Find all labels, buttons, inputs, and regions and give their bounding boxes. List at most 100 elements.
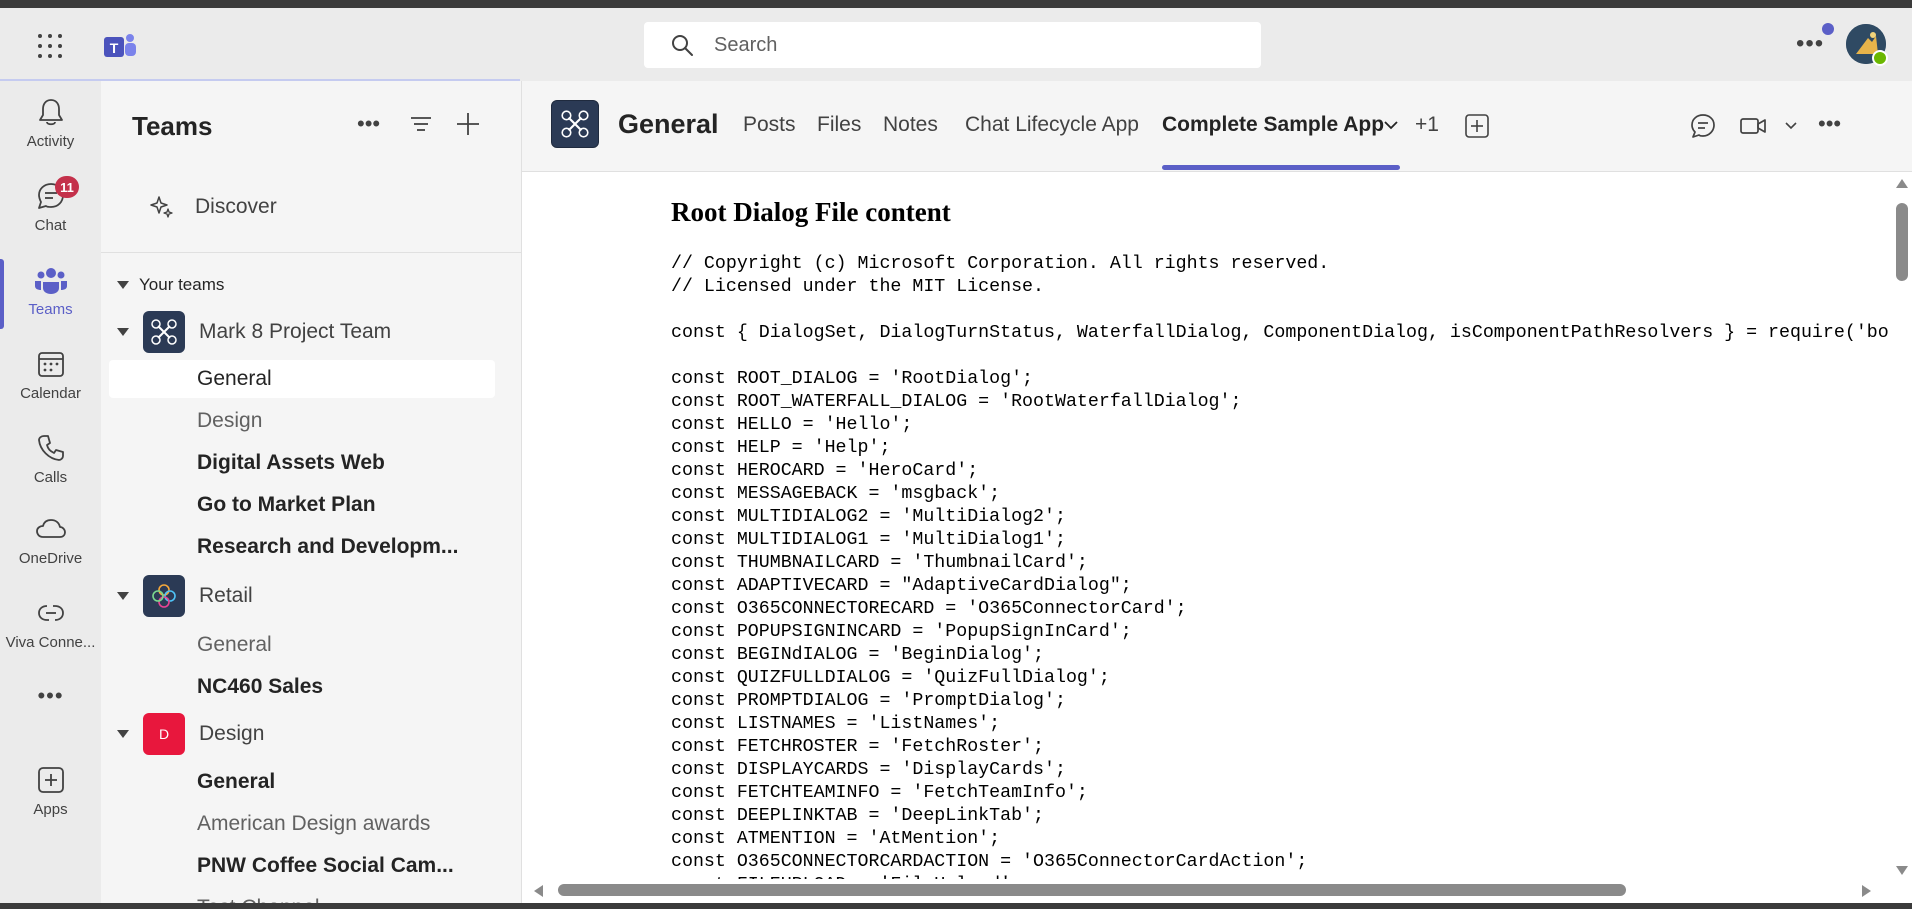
teams-icon bbox=[34, 268, 67, 294]
team-retail[interactable]: Retail bbox=[117, 575, 253, 617]
code-line: // Licensed under the MIT License. bbox=[671, 277, 1044, 297]
team-avatar bbox=[143, 311, 185, 353]
rail-label-apps: Apps bbox=[33, 801, 68, 818]
team-design[interactable]: D Design bbox=[117, 713, 264, 755]
rail-label-chat: Chat bbox=[34, 217, 67, 234]
chevron-down-icon bbox=[117, 592, 129, 600]
channel-title: General bbox=[618, 109, 719, 139]
chevron-down-icon[interactable] bbox=[1383, 119, 1399, 131]
channel-nc460-sales[interactable]: NC460 Sales bbox=[109, 668, 495, 706]
add-icon[interactable] bbox=[453, 109, 483, 139]
tab-posts[interactable]: Posts bbox=[743, 113, 796, 137]
code-line: const MULTIDIALOG2 = 'MultiDialog2'; bbox=[671, 507, 1066, 527]
code-line: const FETCHROSTER = 'FetchRoster'; bbox=[671, 737, 1044, 757]
code-line: const LISTNAMES = 'ListNames'; bbox=[671, 714, 1001, 734]
code-line: const ADAPTIVECARD = "AdaptiveCardDialog… bbox=[671, 576, 1132, 596]
more-options-icon[interactable]: ••• bbox=[1818, 111, 1841, 137]
main-content: General Posts Files Notes Chat Lifecycle… bbox=[522, 81, 1912, 909]
rail-item-calls[interactable]: Calls bbox=[0, 425, 101, 505]
code-line: const MESSAGEBACK = 'msgback'; bbox=[671, 484, 1001, 504]
scroll-thumb[interactable] bbox=[558, 884, 1626, 896]
code-line: const HELP = 'Help'; bbox=[671, 438, 891, 458]
rail-item-onedrive[interactable]: OneDrive bbox=[0, 506, 101, 586]
active-tab-indicator bbox=[1162, 165, 1400, 170]
channel-design[interactable]: Design bbox=[109, 402, 495, 440]
svg-text:T: T bbox=[110, 40, 119, 56]
chevron-down-icon bbox=[117, 328, 129, 336]
code-line: const PROMPTDIALOG = 'PromptDialog'; bbox=[671, 691, 1066, 711]
more-apps-button[interactable]: ••• bbox=[0, 681, 101, 721]
window-frame-bottom bbox=[0, 903, 1912, 909]
more-options-icon[interactable]: ••• bbox=[1796, 30, 1824, 58]
code-block: // Copyright (c) Microsoft Corporation. … bbox=[671, 253, 1890, 879]
code-line: const MULTIDIALOG1 = 'MultiDialog1'; bbox=[671, 530, 1066, 550]
calendar-icon bbox=[37, 352, 64, 377]
sparkle-icon bbox=[150, 196, 173, 218]
app-rail: Activity 11 Chat Teams Calendar Calls On… bbox=[0, 81, 101, 909]
rail-label-teams: Teams bbox=[28, 301, 73, 318]
channel-digital-assets-web[interactable]: Digital Assets Web bbox=[109, 444, 495, 482]
tab-content: Root Dialog File content // Copyright (c… bbox=[522, 173, 1890, 879]
code-line: const ROOT_WATERFALL_DIALOG = 'RootWater… bbox=[671, 392, 1242, 412]
code-line: const ROOT_DIALOG = 'RootDialog'; bbox=[671, 369, 1034, 389]
team-avatar bbox=[143, 575, 185, 617]
channel-go-to-market-plan[interactable]: Go to Market Plan bbox=[109, 486, 495, 524]
tab-overflow[interactable]: +1 bbox=[1415, 113, 1439, 137]
scroll-up-icon[interactable] bbox=[1896, 179, 1908, 188]
chevron-down-icon[interactable] bbox=[1784, 121, 1798, 131]
search-input[interactable]: Search bbox=[644, 22, 1261, 68]
scroll-right-icon[interactable] bbox=[1862, 885, 1871, 897]
channel-pnw-coffee-social[interactable]: PNW Coffee Social Cam... bbox=[109, 847, 495, 885]
scroll-thumb[interactable] bbox=[1896, 203, 1908, 281]
add-tab-icon[interactable] bbox=[1464, 113, 1490, 139]
code-line: const FETCHTEAMINFO = 'FetchTeamInfo'; bbox=[671, 783, 1088, 803]
your-teams-header[interactable]: Your teams bbox=[117, 275, 224, 295]
video-call-icon[interactable] bbox=[1738, 111, 1768, 141]
document-title: Root Dialog File content bbox=[671, 197, 951, 227]
team-mark-8-project-team[interactable]: Mark 8 Project Team bbox=[117, 311, 391, 353]
code-line: const HELLO = 'Hello'; bbox=[671, 415, 913, 435]
chat-unread-badge: 11 bbox=[55, 176, 79, 198]
horizontal-scrollbar[interactable] bbox=[522, 879, 1912, 901]
chevron-down-icon bbox=[117, 730, 129, 738]
tab-notes[interactable]: Notes bbox=[883, 113, 938, 137]
rail-item-apps[interactable]: Apps bbox=[0, 757, 101, 837]
code-line: const ATMENTION = 'AtMention'; bbox=[671, 829, 1001, 849]
discover-item[interactable]: Discover bbox=[149, 194, 277, 220]
rail-item-calendar[interactable]: Calendar bbox=[0, 341, 101, 421]
channel-general[interactable]: General bbox=[109, 763, 495, 801]
channel-general[interactable]: General bbox=[109, 626, 495, 664]
rail-item-activity[interactable]: Activity bbox=[0, 89, 101, 169]
panel-more-options-icon[interactable]: ••• bbox=[357, 111, 387, 141]
rail-item-chat[interactable]: 11 Chat bbox=[0, 173, 101, 253]
channel-general[interactable]: General bbox=[109, 360, 495, 398]
code-line: const DISPLAYCARDS = 'DisplayCards'; bbox=[671, 760, 1066, 780]
team-name: Design bbox=[199, 722, 265, 745]
scroll-left-icon[interactable] bbox=[534, 885, 543, 897]
rail-label-calls: Calls bbox=[33, 469, 68, 486]
rail-label-onedrive: OneDrive bbox=[18, 550, 83, 567]
apps-icon bbox=[37, 767, 64, 793]
vertical-scrollbar[interactable] bbox=[1890, 173, 1912, 879]
tab-chat-lifecycle-app[interactable]: Chat Lifecycle App bbox=[965, 113, 1139, 137]
tab-complete-sample-app[interactable]: Complete Sample App bbox=[1162, 113, 1384, 137]
rail-label-activity: Activity bbox=[26, 133, 75, 150]
channel-american-design-awards[interactable]: American Design awards bbox=[109, 805, 495, 843]
conversation-icon[interactable] bbox=[1688, 111, 1718, 141]
window-frame bbox=[0, 0, 1912, 8]
code-line: const QUIZFULLDIALOG = 'QuizFullDialog'; bbox=[671, 668, 1110, 688]
rail-item-teams[interactable]: Teams bbox=[0, 257, 101, 337]
tab-files[interactable]: Files bbox=[817, 113, 861, 137]
filter-icon[interactable] bbox=[406, 109, 436, 139]
channel-research-and-development[interactable]: Research and Developm... bbox=[109, 528, 495, 566]
teams-list-panel: Teams ••• Discover Your teams Mark 8 Pro… bbox=[101, 81, 522, 909]
code-line: const { DialogSet, DialogTurnStatus, Wat… bbox=[671, 323, 1890, 343]
more-apps-icon: ••• bbox=[37, 683, 64, 708]
app-launcher-icon[interactable] bbox=[38, 34, 64, 60]
rail-item-viva-connections[interactable]: Viva Conne... bbox=[0, 590, 101, 670]
drone-icon bbox=[561, 110, 589, 138]
scroll-down-icon[interactable] bbox=[1896, 866, 1908, 875]
flower-icon bbox=[152, 584, 176, 608]
